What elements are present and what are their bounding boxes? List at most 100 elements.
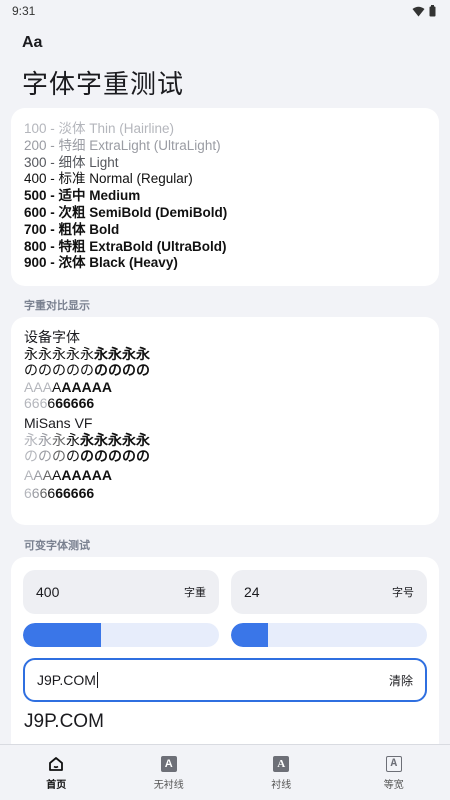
weight-line: 900 - 浓体 Black (Heavy) bbox=[24, 255, 178, 271]
status-time: 9:31 bbox=[12, 4, 36, 18]
compare-glyph: 6 bbox=[47, 395, 56, 412]
compare-glyph: 6 bbox=[78, 395, 87, 412]
compare-glyph: の bbox=[66, 448, 80, 465]
compare-glyph: 永 bbox=[136, 345, 150, 362]
battery-icon bbox=[429, 5, 436, 17]
compare-glyph: A bbox=[24, 466, 34, 483]
compare-glyph: 永 bbox=[94, 431, 108, 448]
weight-line: 300 - 细体 Light bbox=[24, 154, 119, 170]
weight-line: 100 - 淡体 Thin (Hairline) bbox=[24, 121, 175, 136]
sample-text-field[interactable]: J9P.COM bbox=[37, 672, 98, 688]
compare-glyph: の bbox=[136, 362, 150, 379]
compare-row: 666666666 bbox=[24, 485, 426, 502]
size-slider-fill bbox=[231, 623, 269, 647]
compare-glyph: 永 bbox=[38, 345, 52, 362]
size-value: 24 bbox=[244, 584, 260, 600]
compare-glyph: 6 bbox=[78, 485, 87, 502]
weight-field[interactable]: 400 字重 bbox=[23, 570, 219, 614]
compare-glyph: の bbox=[122, 448, 136, 465]
compare-glyph: A bbox=[101, 378, 112, 395]
nav-item-serif[interactable]: A 衬线 bbox=[236, 755, 326, 791]
compare-glyph: 永 bbox=[24, 431, 38, 448]
compare-glyph: の bbox=[38, 448, 52, 465]
weight-slider[interactable] bbox=[23, 623, 219, 647]
compare-list: 设备字体 永永永永永永永永永 ののののののののの AAAAAAAAA 666666666… bbox=[24, 329, 426, 502]
weight-value: 400 bbox=[36, 584, 60, 600]
compare-row: ののののののののの bbox=[24, 448, 426, 465]
compare-glyph: の bbox=[94, 362, 108, 379]
compare-glyph: A bbox=[71, 466, 82, 483]
weight-line: 600 - 次粗 SemiBold (DemiBold) bbox=[24, 204, 228, 220]
compare-row: 666666666 bbox=[24, 395, 426, 412]
nav-label: 首页 bbox=[46, 779, 67, 791]
app-logo: Aa bbox=[22, 34, 43, 51]
compare-glyph: 永 bbox=[108, 345, 122, 362]
compare-glyph: の bbox=[24, 448, 38, 465]
nav-item-home[interactable]: 首页 bbox=[11, 755, 101, 791]
wifi-icon bbox=[412, 6, 425, 16]
weight-line: 400 - 标准 Normal (Regular) bbox=[24, 171, 193, 187]
nav-item-monospace[interactable]: A 等宽 bbox=[349, 755, 439, 791]
compare-glyph: A bbox=[42, 466, 53, 483]
compare-glyph: 6 bbox=[86, 395, 95, 412]
compare-glyph: の bbox=[108, 362, 122, 379]
compare-glyph: A bbox=[24, 378, 34, 395]
compare-glyph: A bbox=[42, 378, 53, 395]
variable-section-label: 可变字体测试 bbox=[24, 540, 90, 552]
weights-list: 100 - 淡体 Thin (Hairline) 200 - 特细 ExtraLi… bbox=[24, 121, 426, 272]
nav-label: 等宽 bbox=[383, 779, 404, 791]
nav-label: 衬线 bbox=[271, 779, 292, 791]
compare-row: AAAAAAAAA bbox=[24, 379, 426, 396]
compare-glyph: 6 bbox=[31, 395, 40, 412]
compare-glyph: A bbox=[52, 466, 62, 483]
compare-glyph: 永 bbox=[80, 345, 94, 362]
size-unit-label: 字号 bbox=[392, 587, 414, 599]
compare-row: AAAAAAAAA bbox=[24, 467, 426, 484]
compare-glyph: A bbox=[91, 466, 102, 483]
compare-glyph: の bbox=[66, 362, 80, 379]
monospace-icon: A bbox=[385, 755, 403, 773]
compare-glyph: A bbox=[71, 378, 82, 395]
status-bar: 9:31 bbox=[0, 0, 450, 22]
compare-glyph: A bbox=[81, 378, 92, 395]
home-icon bbox=[47, 755, 65, 773]
text-caret bbox=[96, 672, 98, 688]
weights-card: 100 - 淡体 Thin (Hairline) 200 - 特细 ExtraLi… bbox=[11, 108, 439, 286]
nav-item-sans-serif[interactable]: A 无衬线 bbox=[124, 755, 214, 791]
compare-glyph: 6 bbox=[55, 395, 63, 412]
page-title: 字体字重测试 bbox=[22, 69, 185, 99]
compare-glyph: 6 bbox=[70, 485, 79, 502]
size-slider[interactable] bbox=[231, 623, 427, 647]
compare-glyph: 6 bbox=[55, 485, 63, 502]
compare-glyph: 永 bbox=[66, 345, 80, 362]
compare-glyph: A bbox=[33, 466, 43, 483]
preview-text: J9P.COM bbox=[24, 711, 104, 732]
sample-text-input[interactable]: J9P.COM 清除 bbox=[23, 658, 427, 702]
compare-glyph: の bbox=[52, 362, 66, 379]
compare-glyph: の bbox=[136, 448, 150, 465]
compare-glyph: A bbox=[52, 378, 62, 395]
weight-line: 200 - 特细 ExtraLight (UltraLight) bbox=[24, 137, 221, 153]
compare-row: 永永永永永永永永永 bbox=[24, 432, 426, 449]
compare-glyph: 6 bbox=[39, 485, 48, 502]
compare-glyph: の bbox=[80, 448, 94, 465]
compare-glyph: 6 bbox=[39, 395, 48, 412]
compare-glyph: A bbox=[61, 378, 72, 395]
compare-glyph: の bbox=[52, 448, 66, 465]
compare-glyph: 永 bbox=[52, 345, 66, 362]
compare-group-name: 设备字体 bbox=[24, 329, 80, 345]
compare-glyph: の bbox=[80, 362, 94, 379]
compare-glyph: の bbox=[24, 362, 38, 379]
compare-glyph: 永 bbox=[108, 431, 122, 448]
compare-glyph: 永 bbox=[94, 345, 108, 362]
compare-glyph: 永 bbox=[122, 431, 136, 448]
status-icons bbox=[412, 5, 436, 17]
clear-button[interactable]: 清除 bbox=[389, 672, 413, 689]
compare-glyph: の bbox=[94, 448, 108, 465]
size-field[interactable]: 24 字号 bbox=[231, 570, 427, 614]
compare-glyph: の bbox=[108, 448, 122, 465]
compare-row: ののののののののの bbox=[24, 362, 426, 379]
compare-glyph: A bbox=[33, 378, 43, 395]
compare-glyph: 永 bbox=[24, 345, 38, 362]
compare-glyph: 6 bbox=[86, 485, 95, 502]
